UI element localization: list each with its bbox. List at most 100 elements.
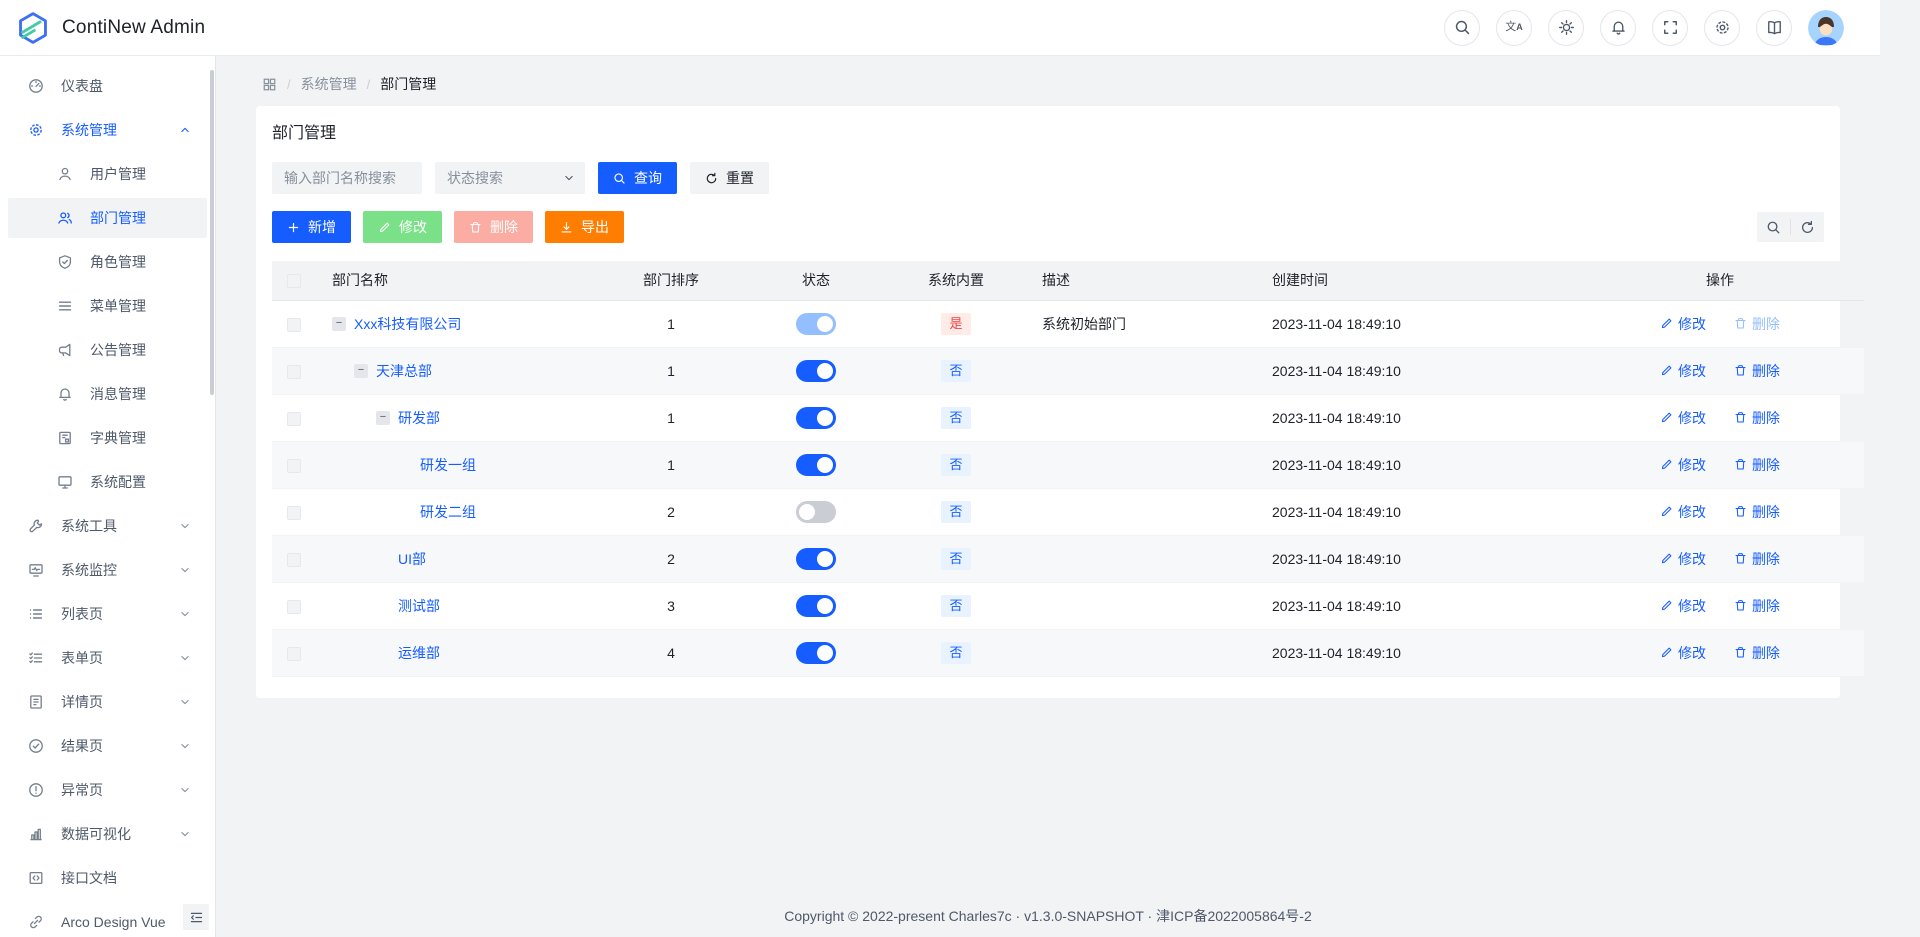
sidebar-item-system-management[interactable]: 系统管理 xyxy=(8,110,207,150)
shield-icon xyxy=(57,254,74,271)
status-switch[interactable] xyxy=(796,501,836,523)
column-header-status: 状态 xyxy=(746,261,886,300)
status-switch[interactable] xyxy=(796,454,836,476)
row-delete-button[interactable]: 删除 xyxy=(1734,408,1780,428)
sidebar-item-data-visualization[interactable]: 数据可视化 xyxy=(8,814,207,854)
status-switch[interactable] xyxy=(796,595,836,617)
department-link[interactable]: Xxx科技有限公司 xyxy=(354,314,461,334)
status-switch[interactable] xyxy=(796,407,836,429)
sidebar-item-list-pages[interactable]: 列表页 xyxy=(8,594,207,634)
row-edit-button[interactable]: 修改 xyxy=(1660,408,1706,428)
collapse-row-icon[interactable]: − xyxy=(332,317,346,331)
row-edit-button[interactable]: 修改 xyxy=(1660,455,1706,475)
avatar-image xyxy=(1808,10,1844,46)
row-delete-button[interactable]: 删除 xyxy=(1734,502,1780,522)
settings-button[interactable] xyxy=(1704,10,1740,46)
row-checkbox[interactable] xyxy=(287,318,301,332)
row-edit-button[interactable]: 修改 xyxy=(1660,596,1706,616)
sidebar-item-announcement-management[interactable]: 公告管理 xyxy=(8,330,207,370)
sidebar-item-user-management[interactable]: 用户管理 xyxy=(8,154,207,194)
sidebar-item-dashboard[interactable]: 仪表盘 xyxy=(8,66,207,106)
department-description: 系统初始部门 xyxy=(1026,300,1256,347)
breadcrumb-item-current: 部门管理 xyxy=(380,74,436,94)
table-refresh-button[interactable] xyxy=(1791,212,1824,242)
edit-button[interactable]: 修改 xyxy=(363,211,442,243)
translate-button[interactable]: 文A xyxy=(1496,10,1532,46)
row-delete-button[interactable]: 删除 xyxy=(1734,314,1780,334)
search-button[interactable] xyxy=(1444,10,1480,46)
notifications-button[interactable] xyxy=(1600,10,1636,46)
row-edit-button[interactable]: 修改 xyxy=(1660,502,1706,522)
pencil-icon xyxy=(378,221,391,234)
sidebar-item-exception-pages[interactable]: 异常页 xyxy=(8,770,207,810)
sidebar-item-label: 仪表盘 xyxy=(61,76,191,96)
breadcrumb-item-system[interactable]: 系统管理 xyxy=(301,74,357,94)
refresh-icon xyxy=(705,172,718,185)
add-button[interactable]: 新增 xyxy=(272,211,351,243)
collapse-row-icon[interactable]: − xyxy=(354,364,368,378)
apps-grid-icon[interactable] xyxy=(262,77,277,92)
table-search-button[interactable] xyxy=(1757,212,1790,242)
delete-button[interactable]: 删除 xyxy=(454,211,533,243)
sidebar-item-department-management[interactable]: 部门管理 xyxy=(8,198,207,238)
sidebar-scrollbar[interactable] xyxy=(210,70,214,395)
row-edit-button[interactable]: 修改 xyxy=(1660,549,1706,569)
fullscreen-button[interactable] xyxy=(1652,10,1688,46)
department-link[interactable]: 研发一组 xyxy=(420,455,476,475)
sidebar-item-result-pages[interactable]: 结果页 xyxy=(8,726,207,766)
row-edit-button[interactable]: 修改 xyxy=(1660,643,1706,663)
dictionary-icon xyxy=(57,430,74,447)
sidebar-item-detail-pages[interactable]: 详情页 xyxy=(8,682,207,722)
department-link[interactable]: 测试部 xyxy=(398,596,440,616)
docs-button[interactable] xyxy=(1756,10,1792,46)
status-switch[interactable] xyxy=(796,642,836,664)
select-all-checkbox[interactable] xyxy=(287,274,301,288)
row-checkbox[interactable] xyxy=(287,647,301,661)
row-delete-button[interactable]: 删除 xyxy=(1734,455,1780,475)
row-checkbox[interactable] xyxy=(287,412,301,426)
row-checkbox[interactable] xyxy=(287,506,301,520)
sidebar-item-label: 列表页 xyxy=(61,604,179,624)
row-checkbox[interactable] xyxy=(287,553,301,567)
row-delete-button[interactable]: 删除 xyxy=(1734,596,1780,616)
department-link[interactable]: 运维部 xyxy=(398,643,440,663)
avatar[interactable] xyxy=(1808,10,1844,46)
sidebar-item-api-docs[interactable]: 接口文档 xyxy=(8,858,207,898)
export-button[interactable]: 导出 xyxy=(545,211,624,243)
row-delete-button[interactable]: 删除 xyxy=(1734,643,1780,663)
collapse-row-icon[interactable]: − xyxy=(376,411,390,425)
query-button[interactable]: 查询 xyxy=(598,162,677,194)
row-checkbox[interactable] xyxy=(287,600,301,614)
sidebar-item-system-config[interactable]: 系统配置 xyxy=(8,462,207,502)
sidebar-menu: 仪表盘系统管理用户管理部门管理角色管理菜单管理公告管理消息管理字典管理系统配置系… xyxy=(0,66,215,937)
department-link[interactable]: 天津总部 xyxy=(376,361,432,381)
row-edit-button[interactable]: 修改 xyxy=(1660,361,1706,381)
status-switch[interactable] xyxy=(796,360,836,382)
department-link[interactable]: 研发二组 xyxy=(420,502,476,522)
sidebar-item-message-management[interactable]: 消息管理 xyxy=(8,374,207,414)
department-link[interactable]: UI部 xyxy=(398,549,426,569)
status-select[interactable]: 状态搜索 xyxy=(435,162,585,194)
sidebar-item-menu-management[interactable]: 菜单管理 xyxy=(8,286,207,326)
department-link[interactable]: 研发部 xyxy=(398,408,440,428)
sidebar-item-system-monitor[interactable]: 系统监控 xyxy=(8,550,207,590)
row-delete-button[interactable]: 删除 xyxy=(1734,361,1780,381)
row-checkbox[interactable] xyxy=(287,365,301,379)
department-description xyxy=(1026,441,1256,488)
row-delete-button[interactable]: 删除 xyxy=(1734,549,1780,569)
status-switch[interactable] xyxy=(796,548,836,570)
department-sort: 2 xyxy=(596,535,746,582)
reset-button[interactable]: 重置 xyxy=(690,162,769,194)
theme-button[interactable] xyxy=(1548,10,1584,46)
sidebar-collapse-button[interactable] xyxy=(183,904,209,930)
sidebar-item-form-pages[interactable]: 表单页 xyxy=(8,638,207,678)
sidebar-item-label: 消息管理 xyxy=(90,384,191,404)
row-checkbox[interactable] xyxy=(287,459,301,473)
sidebar-item-role-management[interactable]: 角色管理 xyxy=(8,242,207,282)
sidebar-item-arco-design-vue[interactable]: Arco Design Vue xyxy=(8,902,207,937)
status-switch[interactable] xyxy=(796,313,836,335)
department-name-input[interactable] xyxy=(272,162,422,194)
sidebar-item-system-tools[interactable]: 系统工具 xyxy=(8,506,207,546)
row-edit-button[interactable]: 修改 xyxy=(1660,314,1706,334)
sidebar-item-dictionary-management[interactable]: 字典管理 xyxy=(8,418,207,458)
